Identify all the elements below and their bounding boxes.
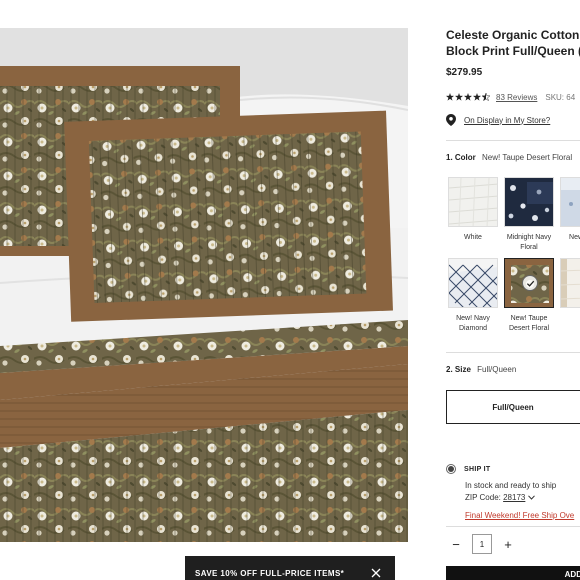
star-icon [455,93,463,101]
size-selected-value: Full/Queen [477,365,517,374]
navy-floral-thumbnail [505,178,553,226]
blue-quilt-thumbnail [561,178,580,226]
checkmark-icon [526,280,534,287]
swatch-label: Midnight Navy Floral [506,234,552,251]
product-image[interactable] [0,28,408,542]
swatch-image [560,177,580,227]
swatch-blue[interactable]: New! Blue [560,177,580,243]
swatch-midnight-navy-floral[interactable]: Midnight Navy Floral [504,177,554,253]
swatch-label: New! Taupe Desert Floral [508,315,550,332]
star-icon [446,93,454,101]
product-title-line-1: Celeste Organic Cotton [446,28,580,42]
reviews-link[interactable]: 83 Reviews [496,93,537,102]
swatch-label: New! Navy Diamond [456,315,490,332]
on-display-link[interactable]: On Display in My Store? [464,116,550,125]
product-price: $279.95 [446,67,483,78]
divider [446,352,580,353]
neutral-quilt-thumbnail [561,259,580,307]
swatch-image [504,258,554,308]
swatch-white[interactable]: White [448,177,498,243]
close-icon[interactable] [371,568,381,578]
sku-text: SKU: 64 [545,92,576,102]
swatch-image [448,177,498,227]
star-rating [446,93,490,101]
map-pin-icon [446,114,456,126]
swatch-taupe-desert-floral[interactable]: New! Taupe Desert Floral [504,258,554,334]
quantity-input[interactable]: 1 [472,534,492,554]
zip-code-link[interactable]: 28173 [503,493,525,502]
swatch-image [560,258,580,308]
chevron-down-icon[interactable] [527,495,535,500]
half-star-icon [482,93,490,101]
zip-label: ZIP Code: [465,493,501,502]
ship-it-option[interactable]: SHIP IT [446,464,490,474]
selected-check [522,275,538,291]
promo-toast-text: SAVE 10% OFF FULL-PRICE ITEMS* [195,569,345,578]
ship-it-label: SHIP IT [464,465,491,473]
color-step-label: 1. Color [446,153,476,162]
quantity-decrease-button[interactable]: − [446,534,466,554]
product-details-panel: Celeste Organic Cotton Block Print Full/… [446,0,580,580]
store-display-row[interactable]: On Display in My Store? [446,114,550,126]
size-full-queen-button[interactable]: Full/Queen [446,390,580,424]
white-quilt-thumbnail [449,178,497,226]
add-to-cart-button[interactable]: ADD [446,566,580,580]
free-shipping-promo-link[interactable]: Final Weekend! Free Ship Ove [465,511,574,520]
divider [446,526,580,527]
divider [446,140,580,141]
stock-status: In stock and ready to ship [465,481,557,490]
swatch-image [504,177,554,227]
star-icon [464,93,472,101]
quantity-stepper: − 1 + [446,534,518,554]
size-step-label: 2. Size [446,365,471,374]
zip-code-row: ZIP Code: 28173 [465,493,535,502]
navy-diamond-thumbnail [449,259,497,307]
rating-row: 83 Reviews SKU: 64 [446,90,575,104]
swatch-navy-diamond[interactable]: New! Navy Diamond [448,258,498,334]
swatch-label: Un [560,314,580,324]
swatch-label: White [464,234,482,241]
promo-toast: SAVE 10% OFF FULL-PRICE ITEMS* [185,556,395,580]
quantity-increase-button[interactable]: + [498,534,518,554]
color-option-label: 1. Color New! Taupe Desert Floral [446,153,572,162]
ship-it-radio[interactable] [446,464,456,474]
bedding-photo [0,28,408,542]
swatch-label: New! Blue [569,234,580,241]
product-title: Celeste Organic Cotton Block Print Full/… [446,27,580,59]
swatch-image [448,258,498,308]
swatch-partial[interactable]: Un [560,258,580,324]
star-icon [473,93,481,101]
color-selected-value: New! Taupe Desert Floral [482,153,573,162]
product-title-line-2: Block Print Full/Queen ( [446,44,580,58]
size-option-label: 2. Size Full/Queen [446,365,516,374]
